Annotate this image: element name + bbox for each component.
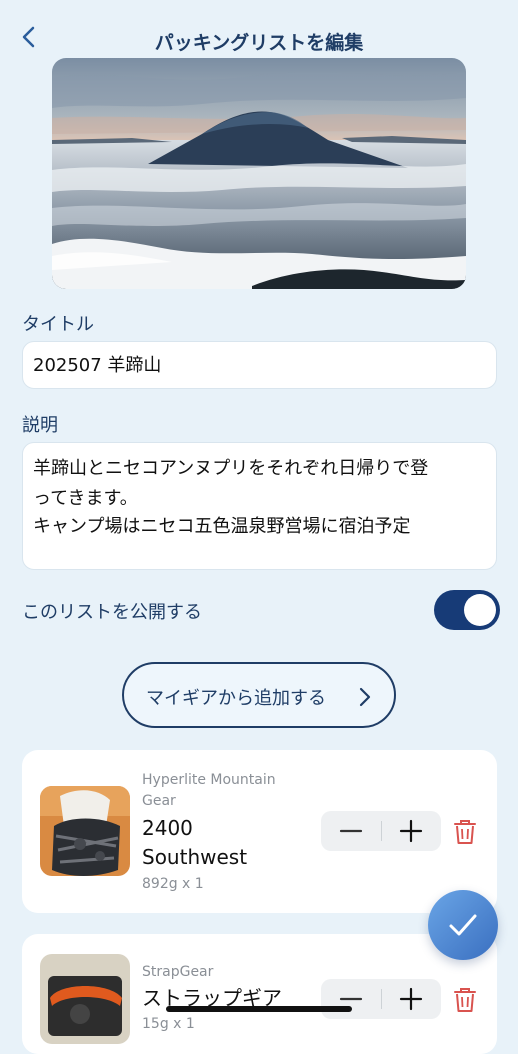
title-label: タイトル xyxy=(22,314,94,335)
toggle-knob xyxy=(464,594,496,626)
plus-icon[interactable] xyxy=(381,979,441,1019)
chevron-right-icon xyxy=(358,686,372,712)
description-label: 説明 xyxy=(22,415,58,436)
trash-icon[interactable] xyxy=(452,986,478,1014)
gear-brand: StrapGear xyxy=(142,964,214,980)
page-title: パッキングリストを編集 xyxy=(154,32,364,54)
save-button[interactable] xyxy=(428,890,498,960)
gear-weight-qty: 15g x 1 xyxy=(142,1016,195,1032)
home-indicator[interactable] xyxy=(166,1006,352,1012)
gear-weight-qty: 892g x 1 xyxy=(142,876,204,892)
description-line: 羊蹄山とニセコアンヌプリをそれぞれ日帰りで登 xyxy=(33,458,429,479)
title-field[interactable]: 202507 羊蹄山 xyxy=(22,341,497,389)
trash-icon[interactable] xyxy=(452,818,478,846)
quantity-stepper[interactable] xyxy=(321,811,441,851)
description-line: キャンプ場はニセコ五色温泉野営場に宿泊予定 xyxy=(33,516,411,537)
checkmark-icon xyxy=(449,914,477,936)
minus-icon[interactable] xyxy=(321,811,381,851)
gear-item-card[interactable]: StrapGear ストラップギア 15g x 1 xyxy=(22,934,497,1054)
gear-thumbnail xyxy=(40,786,130,876)
add-from-my-gear-button[interactable]: マイギアから追加する xyxy=(122,662,396,728)
gear-brand: Hyperlite Mountain xyxy=(142,772,276,788)
description-field[interactable]: 羊蹄山とニセコアンヌプリをそれぞれ日帰りで登 ってきます。 キャンプ場はニセコ五… xyxy=(22,442,497,570)
cover-photo[interactable] xyxy=(52,58,466,289)
gear-item-card[interactable]: Hyperlite Mountain Gear 2400 Southwest 8… xyxy=(22,750,497,913)
gear-name: 2400 xyxy=(142,816,193,840)
quantity-stepper[interactable] xyxy=(321,979,441,1019)
gear-brand: Gear xyxy=(142,793,176,809)
header: パッキングリストを編集 xyxy=(0,0,518,56)
add-from-my-gear-label: マイギアから追加する xyxy=(146,688,326,709)
minus-icon[interactable] xyxy=(321,979,381,1019)
gear-name: Southwest xyxy=(142,845,248,869)
gear-thumbnail xyxy=(40,954,130,1044)
public-toggle-label: このリストを公開する xyxy=(22,602,202,623)
plus-icon[interactable] xyxy=(381,811,441,851)
public-toggle[interactable] xyxy=(434,590,500,630)
title-value: 202507 羊蹄山 xyxy=(33,355,162,376)
